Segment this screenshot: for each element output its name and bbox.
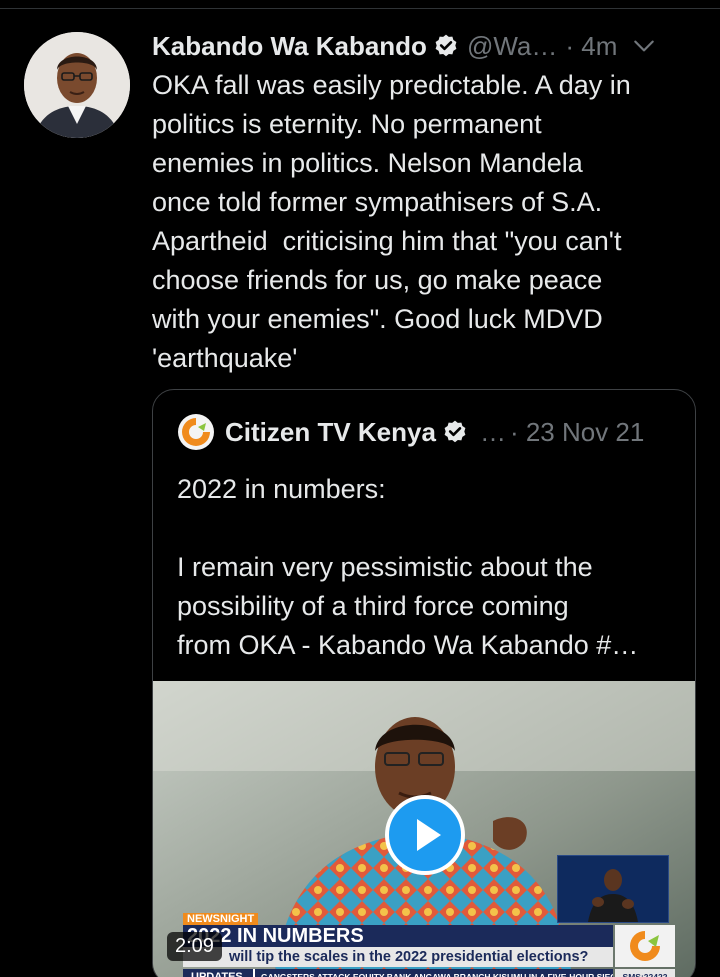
citizen-tv-logo-icon — [178, 414, 214, 450]
quoted-tweet-header: Citizen TV Kenya … · 23 Nov 21 — [177, 414, 677, 450]
quoted-tweet-card[interactable]: Citizen TV Kenya … · 23 Nov 21 2022 in n… — [152, 389, 696, 977]
author-avatar[interactable] — [24, 32, 130, 138]
broadcast-lower-third: NEWSNIGHT 2022 IN NUMBERS will tip the s… — [153, 913, 695, 977]
video-player[interactable]: NEWSNIGHT 2022 IN NUMBERS will tip the s… — [153, 681, 695, 977]
tweet-text: OKA fall was easily predictable. A day i… — [152, 70, 631, 373]
author-name[interactable]: Kabando Wa Kabando — [152, 31, 427, 62]
top-divider — [0, 8, 720, 9]
headline-banner: 2022 IN NUMBERS — [183, 925, 613, 947]
tweet-header: Kabando Wa Kabando @Wa… · 4m — [152, 28, 702, 64]
tweet-time[interactable]: · 4m — [565, 31, 617, 62]
quoted-tweet-time[interactable]: · 23 Nov 21 — [510, 417, 644, 448]
chevron-down-icon[interactable] — [631, 33, 657, 59]
quoted-author-handle[interactable]: … — [480, 417, 506, 448]
citizen-tv-logo-icon — [630, 931, 660, 961]
news-ticker: GANGSTERS ATTACK EQUITY BANK ANGAWA BRAN… — [253, 969, 613, 977]
play-button-icon[interactable] — [385, 795, 465, 875]
show-tag: NEWSNIGHT — [183, 913, 259, 925]
profile-photo — [24, 32, 130, 138]
verified-badge-icon — [444, 420, 466, 443]
video-duration: 2:09 — [167, 932, 222, 961]
question-banner: will tip the scales in the 2022 presiden… — [183, 947, 613, 967]
verified-badge-icon — [435, 34, 457, 57]
quoted-author-name[interactable]: Citizen TV Kenya — [225, 417, 436, 448]
sms-number: SMS:22422 — [615, 969, 675, 977]
quoted-tweet-text: 2022 in numbers: I remain very pessimist… — [177, 474, 639, 660]
channel-logo-box — [615, 925, 675, 967]
author-handle[interactable]: @Wa… — [467, 31, 557, 62]
updates-label: UPDATES — [183, 969, 253, 977]
